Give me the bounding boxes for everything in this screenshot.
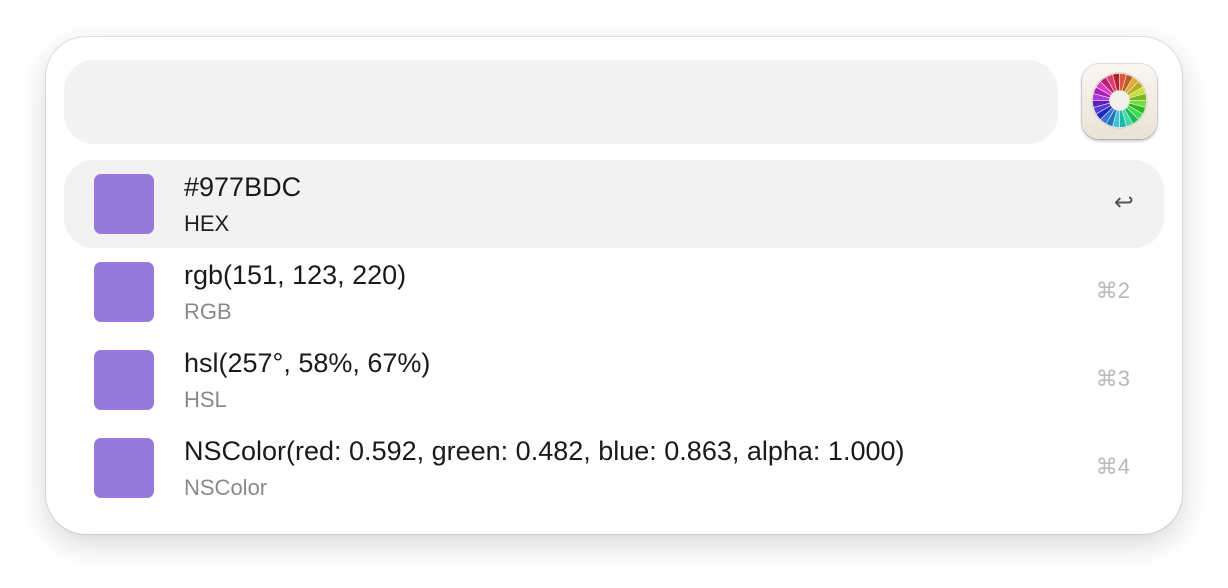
result-row-hsl[interactable]: hsl(257°, 58%, 67%) HSL ⌘3 [64,336,1164,424]
result-row-nscolor[interactable]: NSColor(red: 0.592, green: 0.482, blue: … [64,424,1164,512]
result-format: RGB [184,299,232,324]
result-value: NSColor(red: 0.592, green: 0.482, blue: … [184,436,905,466]
shortcut-hint: ⌘2 [1095,278,1130,303]
color-swatch [94,350,154,410]
color-picker-panel: #977BDC HEX ↩ rgb(151, 123, 220) RGB ⌘2 … [46,37,1182,534]
result-row-hex[interactable]: #977BDC HEX ↩ [64,160,1164,248]
color-swatch [94,438,154,498]
result-value: #977BDC [184,172,302,202]
result-format: HEX [184,211,230,236]
return-key-icon: ↩ [1113,189,1134,216]
result-value: rgb(151, 123, 220) [184,260,407,290]
result-value: hsl(257°, 58%, 67%) [184,348,431,378]
search-input[interactable] [64,60,1058,144]
result-row-rgb[interactable]: rgb(151, 123, 220) RGB ⌘2 [64,248,1164,336]
result-format: HSL [184,387,227,412]
color-swatch [94,174,154,234]
shortcut-hint: ⌘4 [1095,454,1130,479]
result-format: NSColor [184,475,268,500]
color-wheel-icon[interactable] [1082,64,1157,139]
shortcut-hint: ⌘3 [1095,366,1130,391]
color-swatch [94,262,154,322]
color-wheel-graphic [1091,72,1148,129]
